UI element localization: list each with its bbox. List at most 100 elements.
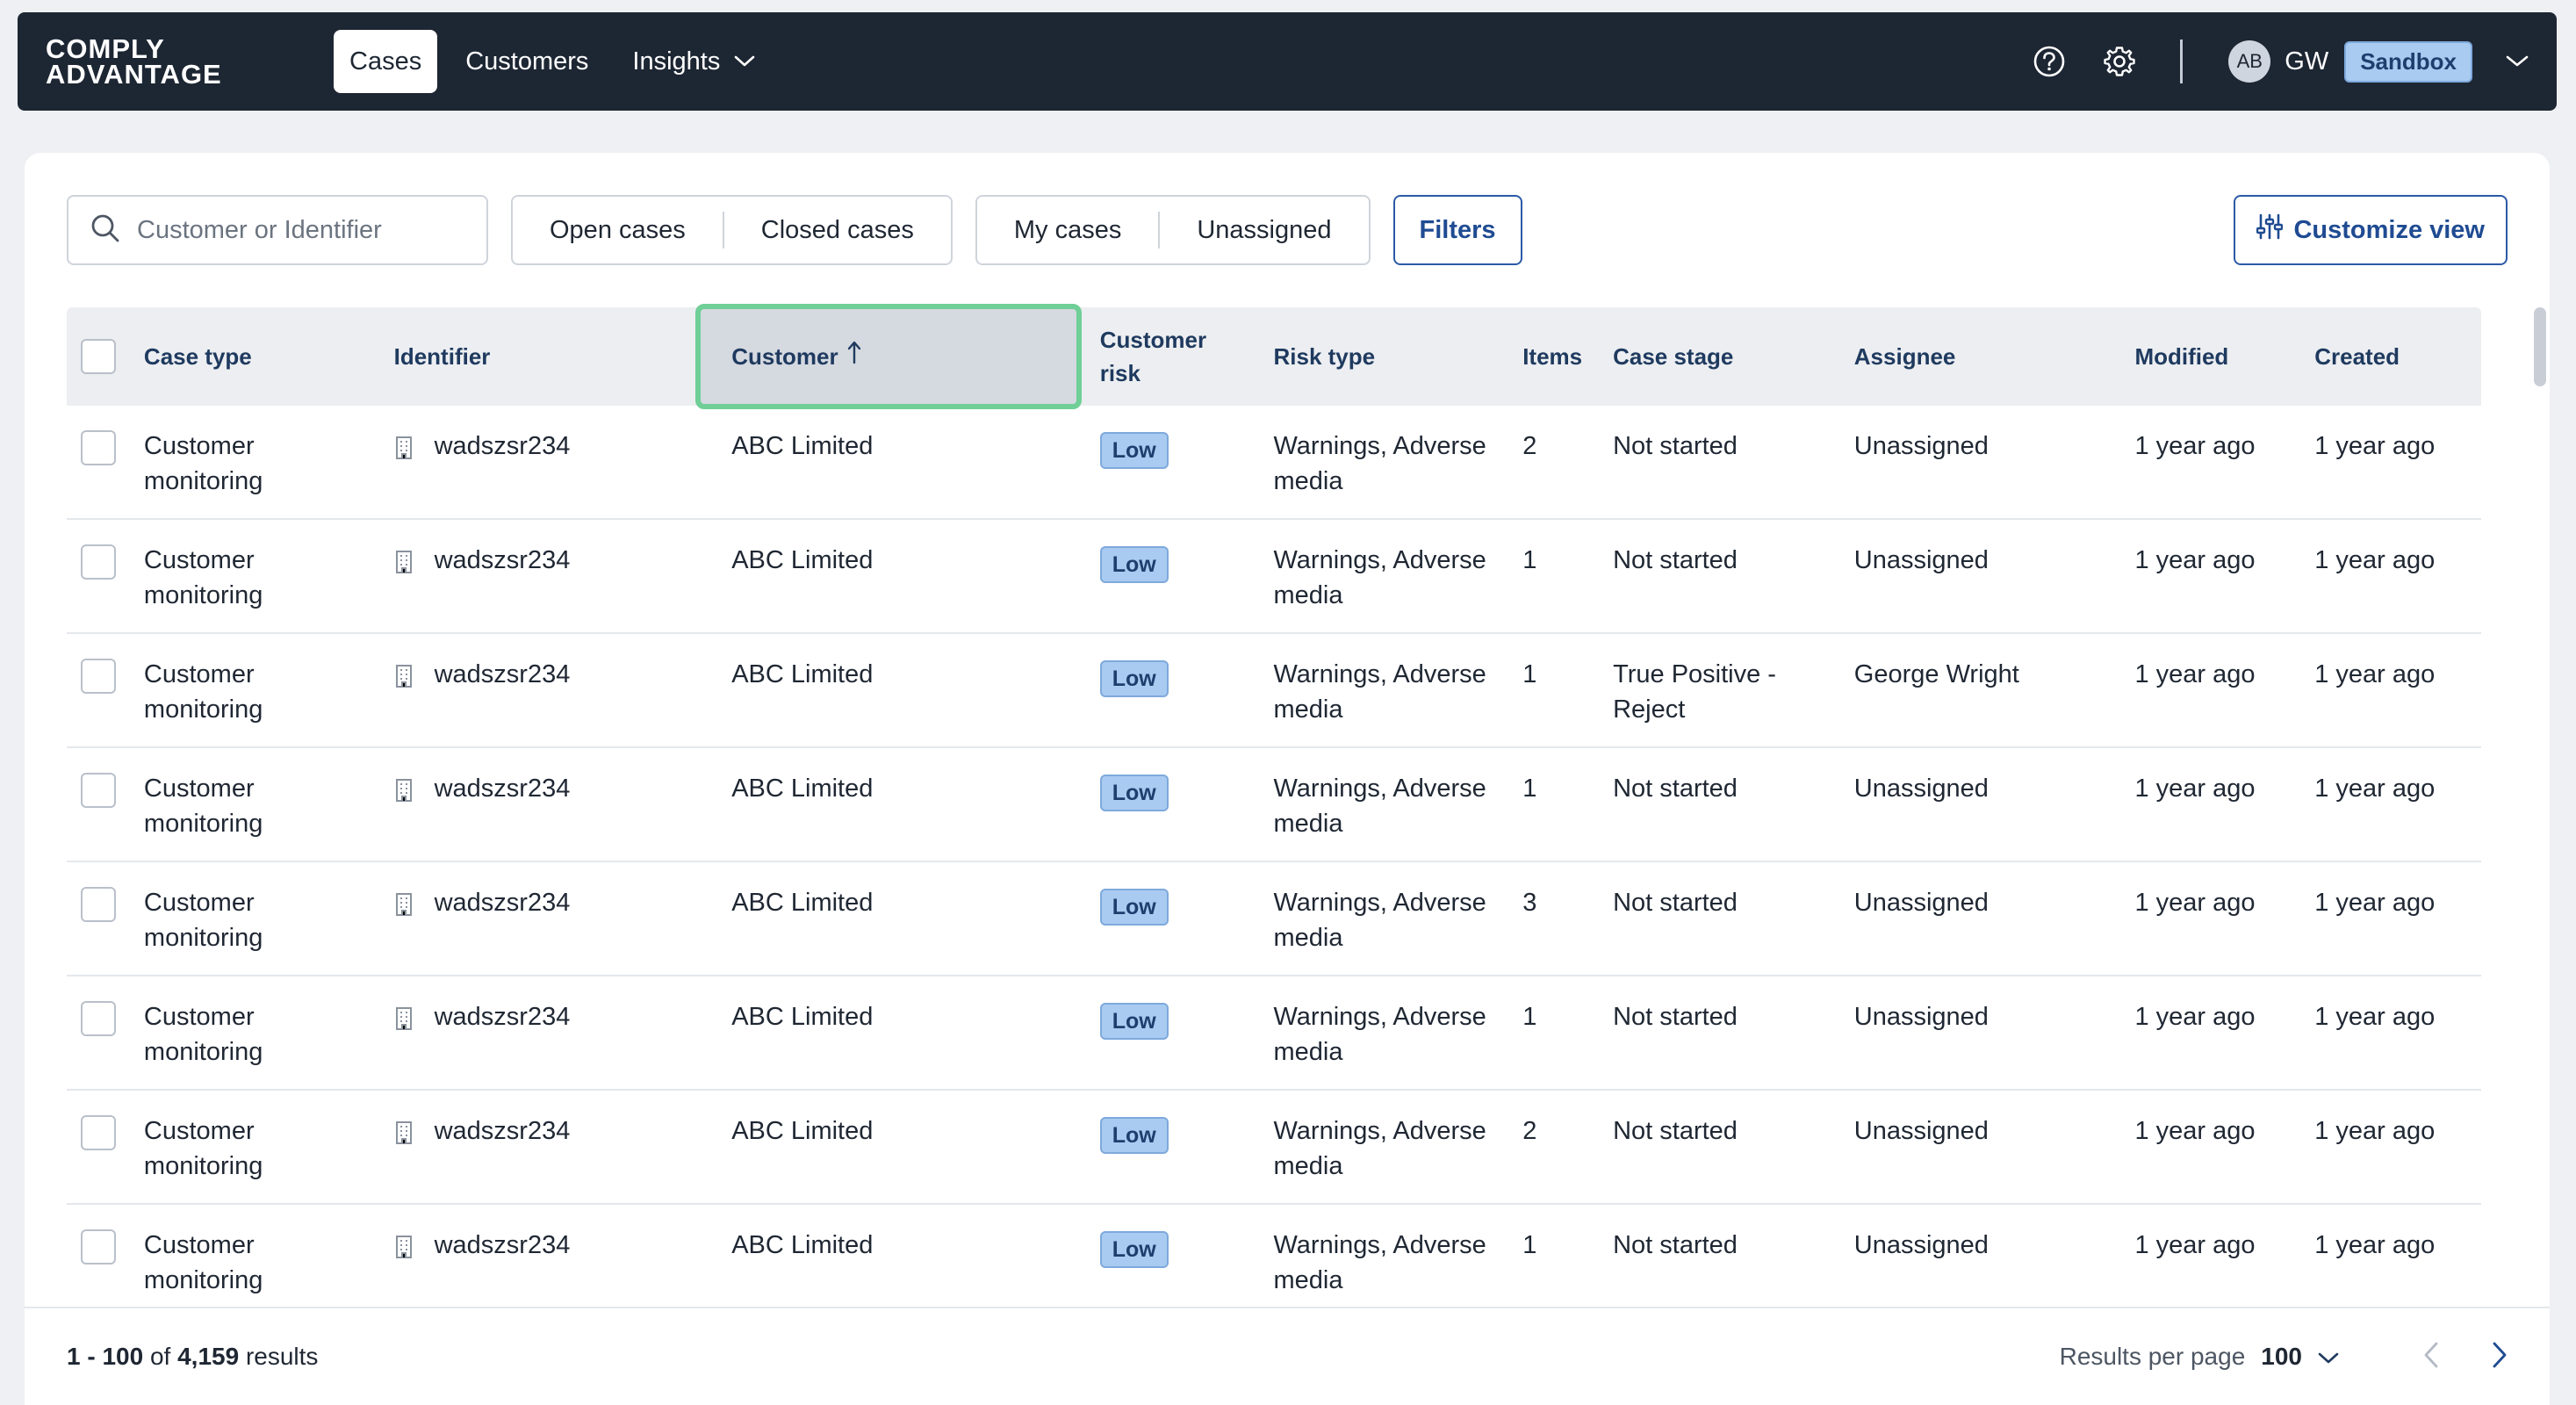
table-body: Customer monitoring wadszsr234 ABC Limited L… (67, 406, 2481, 1319)
header-customer[interactable]: Customer (714, 340, 1100, 373)
nav-insights[interactable]: Insights (616, 30, 771, 93)
table-scrollbar[interactable] (2534, 307, 2546, 386)
nav-divider (2180, 40, 2184, 83)
user-menu-chevron-down-icon[interactable] (2506, 54, 2529, 68)
row-checkbox[interactable] (81, 773, 116, 808)
customer-cell: ABC Limited (714, 406, 1100, 464)
items-cell: 3 (1522, 889, 1537, 917)
customer-risk-cell: Low (1099, 1205, 1274, 1268)
customer-risk-cell: Low (1099, 862, 1274, 926)
table-row[interactable]: Customer monitoring wadszsr234 ABC Limited L… (67, 1205, 2481, 1319)
items-cell: 1 (1522, 546, 1537, 574)
nav-cases[interactable]: Cases (334, 30, 438, 93)
row-checkbox[interactable] (81, 430, 116, 465)
identifier-cell: wadszsr234 (394, 1091, 715, 1149)
risk-badge: Low (1099, 889, 1169, 926)
identifier-value: wadszsr234 (434, 432, 571, 460)
identifier-value: wadszsr234 (434, 1231, 571, 1259)
results-per-page-select[interactable]: 100 (2261, 1343, 2339, 1371)
gear-icon[interactable] (2099, 41, 2140, 82)
company-logo[interactable]: COMPLY ADVANTAGE (46, 35, 300, 90)
customer-cell: ABC Limited (714, 1091, 1100, 1149)
case-stage-line1: True Positive - (1613, 660, 1776, 688)
header-customer-risk[interactable]: Customer risk (1100, 323, 1274, 390)
header-modified[interactable]: Modified (2134, 340, 2314, 373)
customer-name: ABC Limited (731, 660, 874, 688)
case-type-line2: monitoring (143, 467, 263, 495)
header-identifier[interactable]: Identifier (394, 340, 715, 373)
modified-cell: 1 year ago (2134, 775, 2256, 803)
assignee-cell: Unassigned (1853, 889, 1989, 917)
table-row[interactable]: Customer monitoring wadszsr234 ABC Limited L… (67, 976, 2481, 1091)
header-created[interactable]: Created (2314, 340, 2481, 373)
row-checkbox[interactable] (81, 1115, 116, 1150)
table-row[interactable]: Customer monitoring wadszsr234 ABC Limited L… (67, 1091, 2481, 1205)
header-customer-label: Customer (731, 343, 838, 370)
case-stage-cell: Not started (1613, 1205, 1854, 1263)
select-all-checkbox[interactable] (81, 339, 116, 374)
table-row[interactable]: Customer monitoring wadszsr234 ABC Limited L… (67, 520, 2481, 634)
table-row[interactable]: Customer monitoring wadszsr234 ABC Limited L… (67, 862, 2481, 976)
assignee-cell: George Wright (1853, 660, 2019, 688)
case-stage-cell: Not started (1613, 520, 1854, 578)
customize-view-button[interactable]: Customize view (2234, 195, 2508, 265)
help-icon[interactable] (2029, 41, 2069, 82)
items-cell: 1 (1522, 775, 1537, 803)
next-page-chevron-right-icon[interactable] (2492, 1341, 2508, 1373)
logo-line-2: ADVANTAGE (46, 59, 222, 90)
case-stage-line1: Not started (1613, 432, 1738, 460)
assignee-cell: Unassigned (1853, 1003, 1989, 1031)
risk-type-line2: media (1273, 1152, 1343, 1180)
customer-cell: ABC Limited (714, 976, 1100, 1034)
case-type-line1: Customer (143, 1003, 255, 1031)
row-checkbox[interactable] (81, 1229, 116, 1264)
search-box[interactable] (67, 195, 488, 265)
row-checkbox[interactable] (81, 1001, 116, 1036)
created-cell: 1 year ago (2314, 1231, 2436, 1259)
created-cell: 1 year ago (2314, 546, 2436, 574)
identifier-cell: wadszsr234 (394, 1205, 715, 1263)
risk-type-cell: Warnings, Adverse media (1274, 976, 1523, 1070)
unassigned-button[interactable]: Unassigned (1160, 211, 1368, 249)
cases-panel: Open cases Closed cases My cases Unassig… (25, 153, 2550, 1405)
case-stage-line1: Not started (1613, 889, 1738, 917)
modified-cell: 1 year ago (2134, 660, 2256, 688)
modified-cell: 1 year ago (2134, 1231, 2256, 1259)
customer-risk-cell: Low (1099, 634, 1274, 697)
row-checkbox[interactable] (81, 659, 116, 694)
created-cell: 1 year ago (2314, 1003, 2436, 1031)
previous-page-chevron-left-icon[interactable] (2423, 1341, 2439, 1373)
open-cases-button[interactable]: Open cases (513, 211, 723, 249)
risk-type-line2: media (1273, 581, 1343, 609)
search-icon (90, 213, 121, 249)
search-input[interactable] (137, 215, 468, 245)
customer-name: ABC Limited (731, 775, 874, 803)
user-initials[interactable]: GW (2285, 47, 2328, 76)
my-cases-button[interactable]: My cases (977, 211, 1158, 249)
table-row[interactable]: Customer monitoring wadszsr234 ABC Limited L… (67, 634, 2481, 748)
table-row[interactable]: Customer monitoring wadszsr234 ABC Limited L… (67, 748, 2481, 862)
header-case-stage[interactable]: Case stage (1613, 340, 1854, 373)
header-case-type[interactable]: Case type (144, 340, 394, 373)
row-checkbox[interactable] (81, 887, 116, 922)
filters-button[interactable]: Filters (1392, 195, 1522, 265)
risk-type-line2: media (1273, 467, 1343, 495)
identifier-value: wadszsr234 (434, 1003, 571, 1031)
customer-name: ABC Limited (731, 546, 874, 574)
row-checkbox-cell (67, 406, 144, 475)
table-header: Case type Identifier Customer Customer r… (67, 304, 2481, 409)
header-assignee[interactable]: Assignee (1854, 340, 2135, 373)
row-checkbox[interactable] (81, 544, 116, 580)
table-row[interactable]: Customer monitoring wadszsr234 ABC Limited L… (67, 406, 2481, 520)
header-items[interactable]: Items (1522, 340, 1613, 373)
nav-customers[interactable]: Customers (450, 30, 604, 93)
header-risk-type[interactable]: Risk type (1274, 340, 1523, 373)
case-type-cell: Customer monitoring (144, 1091, 394, 1184)
customer-cell: ABC Limited (714, 634, 1100, 692)
building-icon (394, 546, 424, 578)
user-avatar[interactable]: AB (2228, 40, 2271, 83)
case-type-line2: monitoring (143, 581, 263, 609)
created-cell: 1 year ago (2314, 660, 2436, 688)
closed-cases-button[interactable]: Closed cases (724, 211, 951, 249)
case-type-line1: Customer (143, 889, 255, 917)
